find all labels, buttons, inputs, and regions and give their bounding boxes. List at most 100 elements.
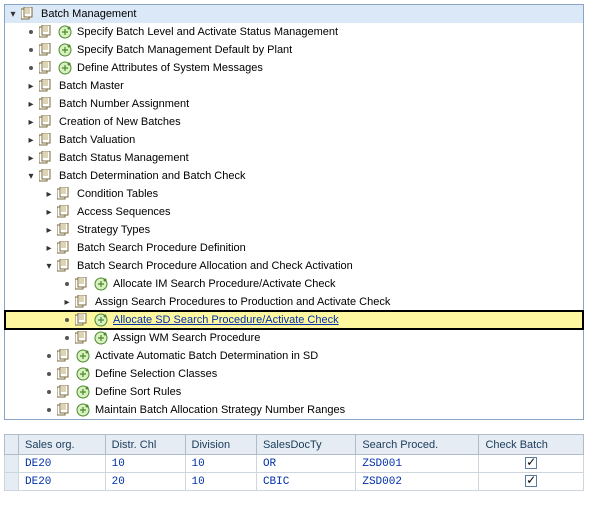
expand-icon[interactable]: ▸	[25, 134, 37, 146]
document-icon	[75, 313, 91, 327]
node-label: Assign WM Search Procedure	[111, 331, 260, 345]
expand-icon[interactable]: ▸	[43, 206, 55, 218]
activity-icon[interactable]	[75, 349, 91, 363]
collapse-icon[interactable]: ▾	[43, 260, 55, 272]
node-label: Creation of New Batches	[57, 115, 181, 129]
cell-search-proc[interactable]: ZSD001	[356, 455, 479, 473]
cell-salesdocty[interactable]: CBIC	[256, 473, 355, 491]
col-sales-org[interactable]: Sales org.	[19, 435, 106, 455]
leaf-icon	[25, 62, 37, 74]
col-distr-chl[interactable]: Distr. Chl	[105, 435, 185, 455]
document-icon	[39, 151, 55, 165]
tree-node-batch-determination[interactable]: ▾ Batch Determination and Batch Check	[5, 167, 583, 185]
cell-search-proc[interactable]: ZSD002	[356, 473, 479, 491]
row-selector[interactable]	[5, 455, 19, 473]
col-search-proc[interactable]: Search Proced.	[356, 435, 479, 455]
col-salesdocty[interactable]: SalesDocTy	[256, 435, 355, 455]
tree-node[interactable]: ▸ Creation of New Batches	[5, 113, 583, 131]
tree-node[interactable]: Activate Automatic Batch Determination i…	[5, 347, 583, 365]
activity-icon[interactable]	[57, 61, 73, 75]
activity-icon[interactable]	[93, 331, 109, 345]
checkbox-icon[interactable]	[525, 457, 537, 469]
leaf-icon	[43, 404, 55, 416]
checkbox-icon[interactable]	[525, 475, 537, 487]
document-icon	[39, 133, 55, 147]
cell-division[interactable]: 10	[185, 455, 256, 473]
activity-icon[interactable]	[75, 403, 91, 417]
tree-node[interactable]: ▸ Batch Master	[5, 77, 583, 95]
tree-node-allocate-sd[interactable]: Allocate SD Search Procedure/Activate Ch…	[5, 311, 583, 329]
cell-distr-chl[interactable]: 10	[105, 455, 185, 473]
tree-node[interactable]: Define Selection Classes	[5, 365, 583, 383]
cell-distr-chl[interactable]: 20	[105, 473, 185, 491]
activity-icon[interactable]	[93, 277, 109, 291]
expand-icon[interactable]: ▸	[25, 152, 37, 164]
document-icon	[57, 403, 73, 417]
activity-icon[interactable]	[57, 43, 73, 57]
tree-node[interactable]: ▸ Assign Search Procedures to Production…	[5, 293, 583, 311]
document-icon	[21, 7, 37, 21]
cell-salesdocty[interactable]: OR	[256, 455, 355, 473]
expand-icon[interactable]: ▸	[25, 98, 37, 110]
tree-node[interactable]: Maintain Batch Allocation Strategy Numbe…	[5, 401, 583, 419]
collapse-icon[interactable]: ▾	[7, 8, 19, 20]
tree-node[interactable]: ▸ Strategy Types	[5, 221, 583, 239]
tree-node-search-proc-alloc[interactable]: ▾ Batch Search Procedure Allocation and …	[5, 257, 583, 275]
tree-node[interactable]: Specify Batch Level and Activate Status …	[5, 23, 583, 41]
row-selector[interactable]	[5, 473, 19, 491]
node-label: Specify Batch Level and Activate Status …	[75, 25, 338, 39]
cell-division[interactable]: 10	[185, 473, 256, 491]
node-label: Define Attributes of System Messages	[75, 61, 263, 75]
document-icon	[57, 205, 73, 219]
node-label: Condition Tables	[75, 187, 158, 201]
node-label: Batch Number Assignment	[57, 97, 189, 111]
leaf-icon	[25, 44, 37, 56]
table-row[interactable]: DE20 10 10 OR ZSD001	[5, 455, 584, 473]
node-label: Allocate IM Search Procedure/Activate Ch…	[111, 277, 336, 291]
tree-node[interactable]: ▸ Batch Number Assignment	[5, 95, 583, 113]
node-label: Batch Master	[57, 79, 124, 93]
tree-node[interactable]: Assign WM Search Procedure	[5, 329, 583, 347]
expand-icon[interactable]: ▸	[43, 188, 55, 200]
tree-node[interactable]: Define Sort Rules	[5, 383, 583, 401]
cell-sales-org[interactable]: DE20	[19, 473, 106, 491]
tree-node[interactable]: Allocate IM Search Procedure/Activate Ch…	[5, 275, 583, 293]
node-label: Define Sort Rules	[93, 385, 181, 399]
tree-node[interactable]: ▸ Batch Status Management	[5, 149, 583, 167]
leaf-icon	[43, 386, 55, 398]
col-check-batch[interactable]: Check Batch	[479, 435, 584, 455]
node-label: Access Sequences	[75, 205, 171, 219]
activity-icon[interactable]	[93, 313, 109, 327]
tree-node[interactable]: ▸ Batch Valuation	[5, 131, 583, 149]
node-label: Strategy Types	[75, 223, 150, 237]
tree-node-batch-management[interactable]: ▾ Batch Management	[5, 5, 583, 23]
expand-icon[interactable]: ▸	[43, 242, 55, 254]
expand-icon[interactable]: ▸	[25, 80, 37, 92]
collapse-icon[interactable]: ▾	[25, 170, 37, 182]
activity-icon[interactable]	[75, 367, 91, 381]
tree-node[interactable]: Specify Batch Management Default by Plan…	[5, 41, 583, 59]
activity-icon[interactable]	[75, 385, 91, 399]
document-icon	[39, 43, 55, 57]
tree-node[interactable]: Define Attributes of System Messages	[5, 59, 583, 77]
col-division[interactable]: Division	[185, 435, 256, 455]
document-icon	[57, 241, 73, 255]
cell-sales-org[interactable]: DE20	[19, 455, 106, 473]
table-header-row: Sales org. Distr. Chl Division SalesDocT…	[5, 435, 584, 455]
expand-icon[interactable]: ▸	[25, 116, 37, 128]
table-row[interactable]: DE20 20 10 CBIC ZSD002	[5, 473, 584, 491]
img-tree: ▾ Batch Management Specify Batch Level a…	[4, 4, 584, 420]
leaf-icon	[43, 368, 55, 380]
document-icon	[39, 115, 55, 129]
cell-check-batch[interactable]	[479, 473, 584, 491]
cell-check-batch[interactable]	[479, 455, 584, 473]
tree-node[interactable]: ▸ Batch Search Procedure Definition	[5, 239, 583, 257]
expand-icon[interactable]: ▸	[43, 224, 55, 236]
leaf-icon	[25, 26, 37, 38]
document-icon	[57, 367, 73, 381]
node-label[interactable]: Allocate SD Search Procedure/Activate Ch…	[111, 313, 339, 327]
tree-node[interactable]: ▸ Condition Tables	[5, 185, 583, 203]
tree-node[interactable]: ▸ Access Sequences	[5, 203, 583, 221]
activity-icon[interactable]	[57, 25, 73, 39]
expand-icon[interactable]: ▸	[61, 296, 73, 308]
